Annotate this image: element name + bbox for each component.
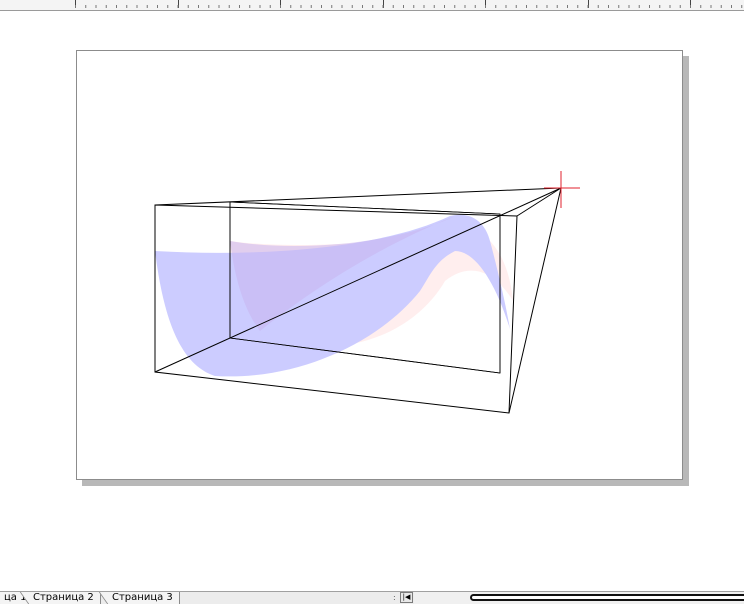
more-pages-indicator: :	[393, 593, 396, 602]
surface-front[interactable]	[155, 214, 510, 377]
first-page-icon: |◀	[402, 593, 411, 601]
edge-top-right	[516, 187, 562, 217]
horizontal-scrollbar[interactable]	[414, 592, 744, 604]
vanishing-point-icon[interactable]	[544, 171, 580, 208]
tab-page-2[interactable]: Страница 2	[29, 592, 101, 604]
tab-label: Страница 3	[112, 592, 173, 603]
edge-top-left	[154, 187, 562, 206]
scrollbar-thumb[interactable]	[470, 594, 744, 601]
tab-page-3[interactable]: Страница 3	[108, 592, 180, 604]
horizontal-ruler[interactable]	[0, 0, 744, 11]
first-page-button[interactable]: |◀	[400, 592, 413, 603]
ruler-ticks	[75, 0, 743, 8]
bottom-bar: ца 1 Страница 2 Страница 3 : |◀	[0, 591, 744, 604]
tab-label: Страница 2	[33, 592, 94, 603]
drawing-canvas[interactable]	[0, 11, 744, 591]
perspective-drawing[interactable]	[0, 11, 744, 591]
edge-back-top	[229, 201, 501, 215]
